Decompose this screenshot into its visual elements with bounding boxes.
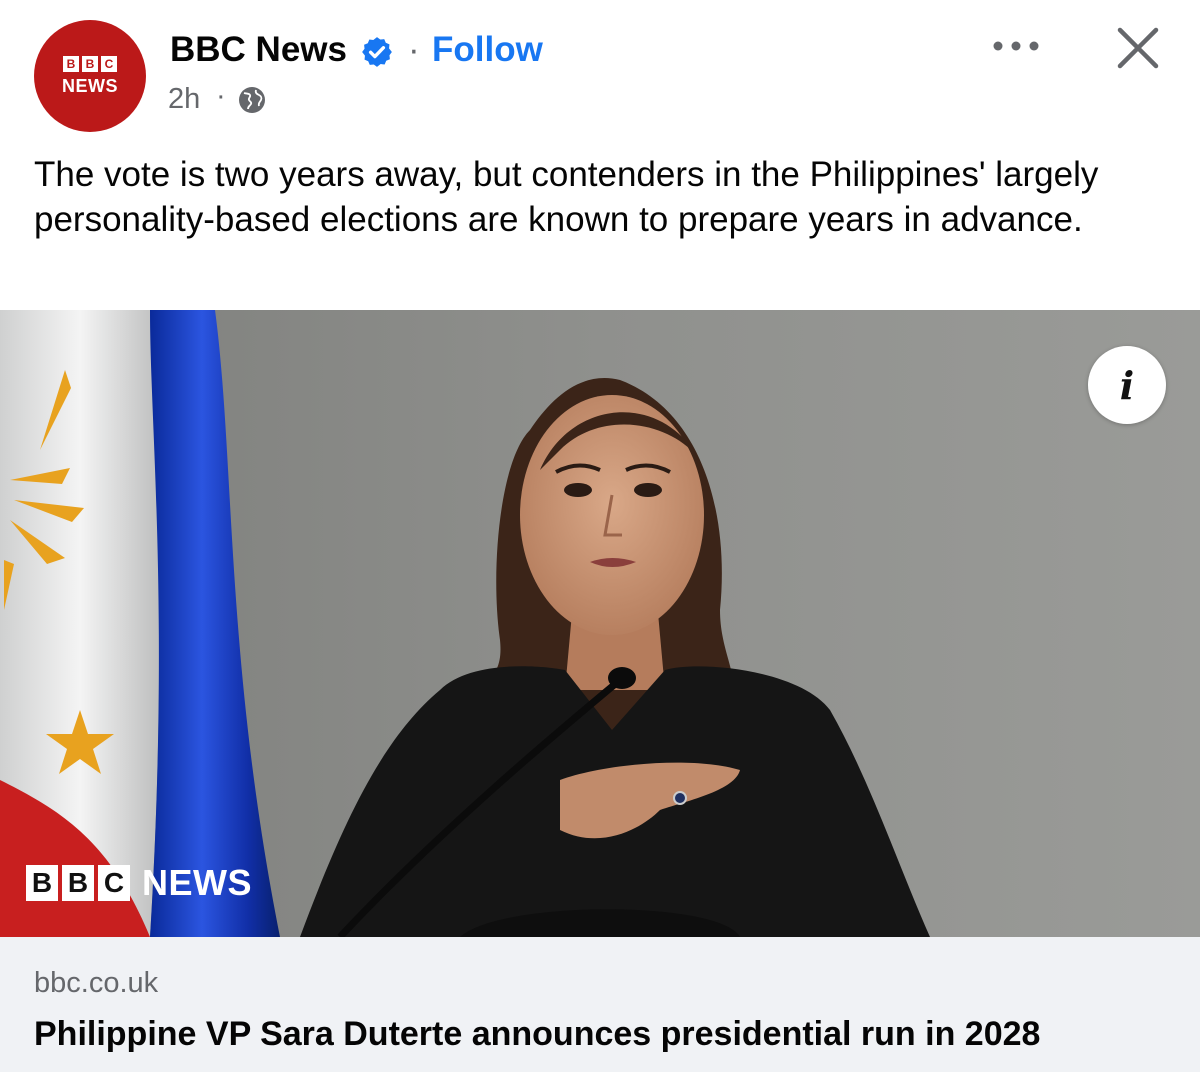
avatar-logo-blocks: B B C: [63, 55, 117, 72]
watermark-block: B: [62, 865, 94, 901]
info-button[interactable]: i: [1088, 346, 1166, 424]
follow-button[interactable]: Follow: [432, 30, 543, 70]
link-preview[interactable]: bbc.co.uk Philippine VP Sara Duterte ann…: [0, 937, 1200, 1072]
timestamp-separator: ·: [216, 80, 226, 112]
link-domain: bbc.co.uk: [34, 967, 159, 999]
watermark-label: NEWS: [142, 862, 252, 903]
article-image[interactable]: [0, 310, 1200, 937]
page-name-link[interactable]: BBC News: [170, 30, 347, 70]
post-timestamp[interactable]: 2h: [168, 83, 200, 116]
post-header: B B C NEWS BBC News · Follow 2h ·: [0, 0, 1200, 140]
avatar-logo-block: B: [63, 55, 79, 72]
info-icon: i: [1119, 362, 1135, 408]
globe-icon: [239, 87, 265, 113]
follow-separator: ·: [408, 30, 420, 69]
post-caption: The vote is two years away, but contende…: [34, 155, 1099, 239]
link-headline[interactable]: Philippine VP Sara Duterte announces pre…: [34, 1015, 1040, 1054]
watermark-block: C: [98, 865, 130, 901]
close-icon[interactable]: [1112, 22, 1164, 74]
avatar-logo-block: C: [101, 55, 117, 72]
press-photo: [0, 310, 1200, 937]
avatar-logo-block: B: [82, 55, 98, 72]
avatar-logo-label: NEWS: [62, 75, 118, 96]
page-avatar[interactable]: B B C NEWS: [34, 20, 146, 132]
more-options-icon[interactable]: [988, 30, 1044, 62]
bbc-watermark: B B C NEWS: [26, 862, 252, 903]
verified-badge-icon: [362, 37, 392, 67]
watermark-block: B: [26, 865, 58, 901]
